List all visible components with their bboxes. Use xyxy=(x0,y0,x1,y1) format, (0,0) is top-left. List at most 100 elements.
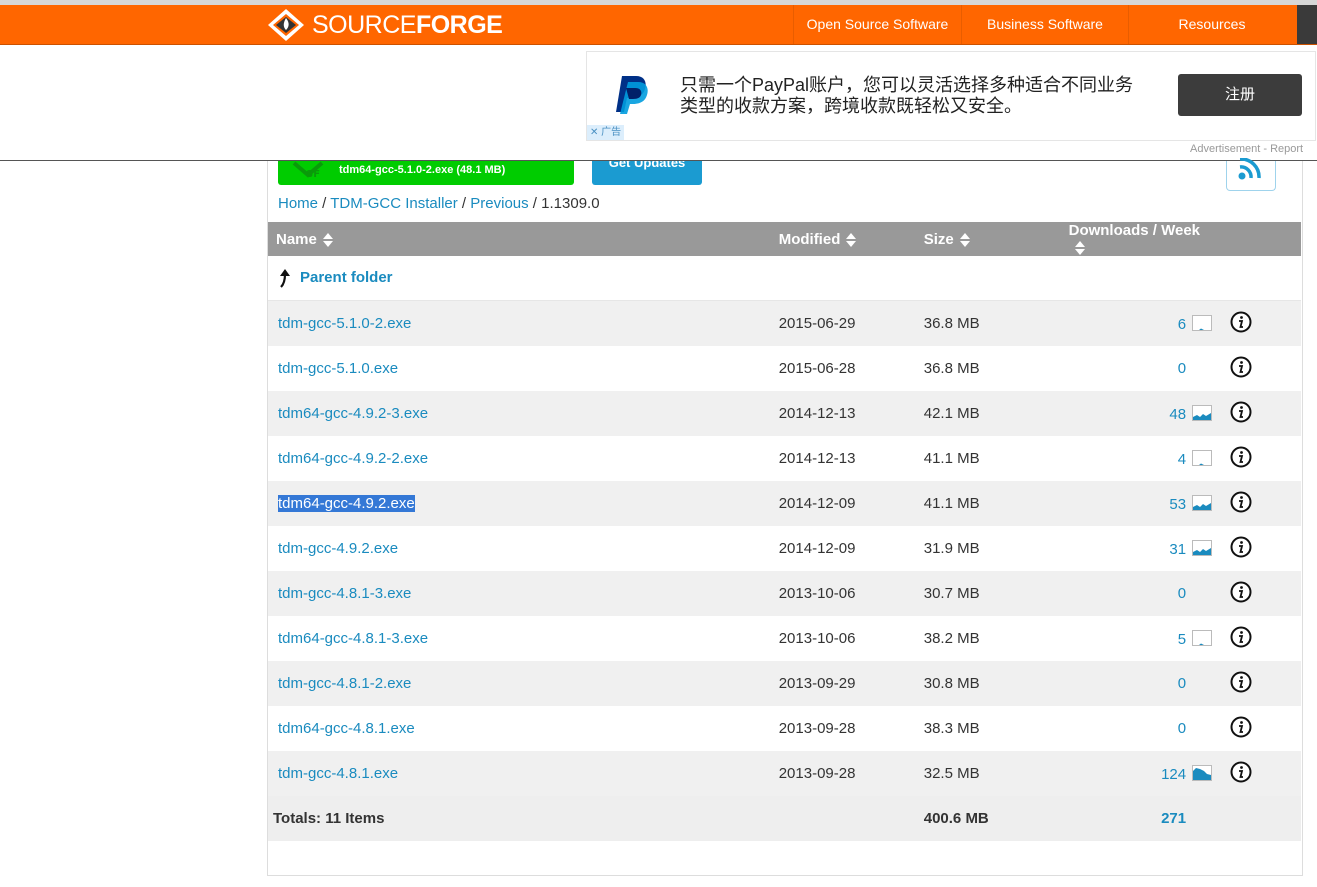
downloads-count[interactable]: 5 xyxy=(1178,631,1186,648)
column-modified[interactable]: Modified xyxy=(778,222,924,257)
downloads-chart-icon[interactable] xyxy=(1192,404,1213,421)
breadcrumb-project[interactable]: TDM-GCC Installer xyxy=(330,195,458,212)
info-icon[interactable] xyxy=(1230,626,1252,652)
sourceforge-logo[interactable]: SOURCEFORGE xyxy=(266,8,503,42)
column-size[interactable]: Size xyxy=(923,222,1052,257)
table-row[interactable]: tdm-gcc-4.8.1-3.exe 2013-10-06 30.7 MB 0 xyxy=(268,571,1301,617)
file-name-link[interactable]: tdm64-gcc-4.9.2.exe xyxy=(278,495,415,513)
column-name-label: Name xyxy=(276,230,317,248)
downloads-count[interactable]: 31 xyxy=(1169,541,1186,558)
table-row[interactable]: tdm64-gcc-4.9.2-3.exe 2014-12-13 42.1 MB 48 xyxy=(268,391,1301,437)
file-size: 42.1 MB xyxy=(923,391,1052,437)
info-icon[interactable] xyxy=(1230,716,1252,742)
nav-open-source-software[interactable]: Open Source Software xyxy=(793,5,961,44)
downloads-count[interactable]: 0 xyxy=(1178,585,1186,602)
file-name-cell: tdm64-gcc-4.9.2.exe xyxy=(268,481,779,527)
totals-downloads: 271 xyxy=(1161,810,1187,828)
info-cell xyxy=(1212,616,1301,662)
table-row[interactable]: tdm-gcc-5.1.0-2.exe 2015-06-29 36.8 MB 6 xyxy=(268,300,1301,347)
get-updates-button[interactable]: Get Updates xyxy=(592,161,702,185)
downloads-chart-icon[interactable] xyxy=(1192,449,1213,466)
file-name-link[interactable]: tdm64-gcc-4.8.1-3.exe xyxy=(278,630,428,647)
file-name-link[interactable]: tdm-gcc-4.8.1.exe xyxy=(278,765,398,782)
file-name-cell: tdm-gcc-4.8.1-2.exe xyxy=(268,661,779,707)
info-cell xyxy=(1212,661,1301,707)
table-row[interactable]: tdm-gcc-4.9.2.exe 2014-12-09 31.9 MB 31 xyxy=(268,526,1301,572)
sort-icon xyxy=(1074,241,1085,256)
file-name-link[interactable]: tdm64-gcc-4.9.2-2.exe xyxy=(278,450,428,467)
file-name-link[interactable]: tdm-gcc-4.9.2.exe xyxy=(278,540,398,557)
breadcrumb-previous[interactable]: Previous xyxy=(470,195,528,212)
sort-icon xyxy=(322,232,333,247)
table-row[interactable]: tdm64-gcc-4.8.1.exe 2013-09-28 38.3 MB 0 xyxy=(268,706,1301,752)
info-icon[interactable] xyxy=(1230,311,1252,337)
rss-icon xyxy=(1238,158,1261,180)
table-row[interactable]: tdm64-gcc-4.8.1-3.exe 2013-10-06 38.2 MB 5 xyxy=(268,616,1301,662)
downloads-chart-icon[interactable] xyxy=(1192,629,1213,646)
table-row[interactable]: tdm-gcc-4.8.1-2.exe 2013-09-29 30.8 MB 0 xyxy=(268,661,1301,707)
table-header: Name Modified Size Downloads / Week xyxy=(268,222,1301,257)
table-row[interactable]: tdm64-gcc-4.9.2.exe 2014-12-09 41.1 MB 53 xyxy=(268,481,1301,527)
totals-info-empty xyxy=(1212,796,1301,842)
totals-empty xyxy=(778,796,924,842)
modified-date: 2015-06-29 xyxy=(778,300,924,347)
info-icon[interactable] xyxy=(1230,536,1252,562)
file-name-link[interactable]: tdm-gcc-5.1.0.exe xyxy=(278,360,398,377)
file-name-link[interactable]: tdm-gcc-5.1.0-2.exe xyxy=(278,315,411,332)
file-name-link[interactable]: tdm64-gcc-4.9.2-3.exe xyxy=(278,405,428,422)
table-row[interactable]: tdm-gcc-4.8.1.exe 2013-09-28 32.5 MB 124 xyxy=(268,751,1301,797)
info-icon[interactable] xyxy=(1230,581,1252,607)
downloads-count[interactable]: 53 xyxy=(1169,496,1186,513)
paypal-ad[interactable]: 只需一个PayPal账户，您可以灵活选择多种适合不同业务类型的收款方案，跨境收款… xyxy=(586,51,1316,141)
downloads-chart-icon[interactable] xyxy=(1192,764,1213,781)
info-icon[interactable] xyxy=(1230,671,1252,697)
info-cell xyxy=(1212,706,1301,752)
info-icon[interactable] xyxy=(1230,761,1252,787)
ad-choice-badge[interactable]: ✕ 广告 xyxy=(587,125,625,140)
totals-downloads-cell: 271 xyxy=(1051,796,1213,842)
info-cell xyxy=(1212,751,1301,797)
table-row[interactable]: tdm64-gcc-4.9.2-2.exe 2014-12-13 41.1 MB 4 xyxy=(268,436,1301,482)
downloads-count[interactable]: 0 xyxy=(1178,360,1186,377)
nav-business-software[interactable]: Business Software xyxy=(961,5,1128,44)
downloads-chart-icon[interactable] xyxy=(1192,539,1213,556)
download-latest-button[interactable]: SF tdm64-gcc-5.1.0-2.exe (48.1 MB) xyxy=(278,161,574,185)
breadcrumb-home[interactable]: Home xyxy=(278,195,318,212)
downloads-count[interactable]: 124 xyxy=(1161,766,1186,783)
close-icon[interactable]: ✕ xyxy=(590,127,598,138)
downloads-count[interactable]: 6 xyxy=(1178,316,1186,333)
file-size: 38.2 MB xyxy=(923,616,1052,662)
file-name-link[interactable]: tdm-gcc-4.8.1-2.exe xyxy=(278,675,411,692)
file-size: 32.5 MB xyxy=(923,751,1052,797)
info-icon[interactable] xyxy=(1230,401,1252,427)
downloads-count[interactable]: 48 xyxy=(1169,406,1186,423)
info-icon[interactable] xyxy=(1230,446,1252,472)
downloads-count[interactable]: 0 xyxy=(1178,675,1186,692)
ad-report-link[interactable]: Advertisement - Report xyxy=(1190,143,1303,155)
modified-date: 2014-12-13 xyxy=(778,391,924,437)
column-modified-label: Modified xyxy=(778,230,841,248)
rss-button[interactable] xyxy=(1226,158,1276,191)
downloads-chart-icon[interactable] xyxy=(1192,494,1213,511)
file-name-cell: tdm-gcc-4.9.2.exe xyxy=(268,526,779,572)
table-row[interactable]: tdm-gcc-5.1.0.exe 2015-06-28 36.8 MB 0 xyxy=(268,346,1301,392)
parent-folder-link[interactable]: Parent folder xyxy=(300,269,393,286)
modified-date: 2013-09-28 xyxy=(778,706,924,752)
info-icon[interactable] xyxy=(1230,491,1252,517)
column-name[interactable]: Name xyxy=(268,222,779,257)
sort-icon xyxy=(846,232,857,247)
downloads-chart-icon[interactable] xyxy=(1192,314,1213,331)
modified-date: 2013-10-06 xyxy=(778,571,924,617)
downloads-count[interactable]: 0 xyxy=(1178,720,1186,737)
ad-register-button[interactable]: 注册 xyxy=(1178,74,1302,116)
downloads-cell: 0 xyxy=(1051,706,1213,752)
paypal-logo-icon xyxy=(616,76,648,114)
nav-resources[interactable]: Resources xyxy=(1128,5,1295,44)
sf-download-icon: SF xyxy=(292,161,324,180)
downloads-count[interactable]: 4 xyxy=(1178,451,1186,468)
parent-folder-row[interactable]: Parent folder xyxy=(268,256,1301,302)
column-downloads[interactable]: Downloads / Week xyxy=(1051,222,1213,257)
file-name-link[interactable]: tdm-gcc-4.8.1-3.exe xyxy=(278,585,411,602)
file-name-link[interactable]: tdm64-gcc-4.8.1.exe xyxy=(278,720,415,737)
info-icon[interactable] xyxy=(1230,356,1252,382)
